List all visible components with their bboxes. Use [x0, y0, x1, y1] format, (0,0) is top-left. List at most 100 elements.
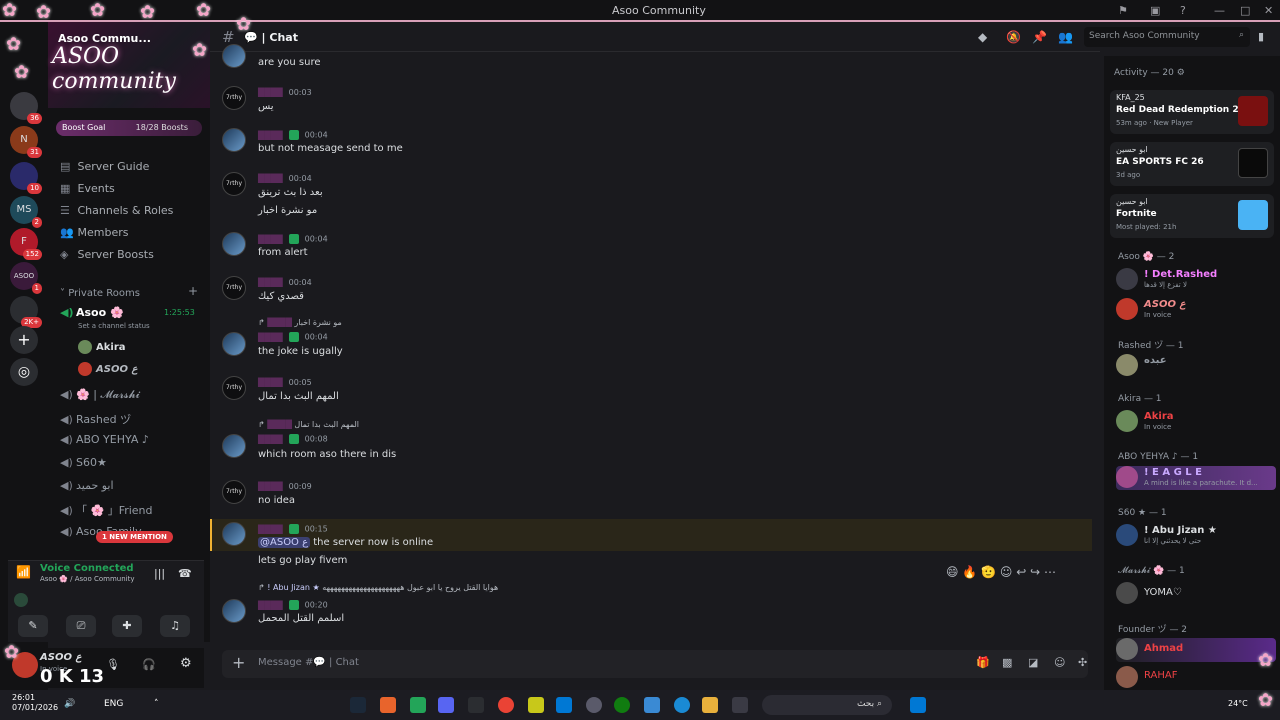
add-server-icon[interactable]: + — [10, 326, 38, 354]
inbox-icon[interactable]: ▮ — [1258, 30, 1264, 43]
attach-icon[interactable]: + — [232, 653, 245, 672]
avatar[interactable] — [222, 232, 246, 256]
username[interactable]: ████ — [258, 482, 283, 491]
download-icon[interactable]: ▣ — [1150, 4, 1160, 17]
guild-folder-icon[interactable]: 2K+ — [10, 296, 42, 328]
guild-icon[interactable]: F 152 — [10, 228, 42, 260]
voice-channel[interactable]: ◀) ABO YEHYA ♪ — [60, 433, 149, 446]
avatar[interactable] — [222, 44, 246, 68]
screen-share-button[interactable]: ⎚ — [66, 615, 96, 637]
avatar[interactable] — [222, 599, 246, 623]
settings-icon[interactable]: ⚙ — [180, 656, 192, 671]
language-indicator[interactable]: ENG — [104, 699, 123, 709]
minimize-icon[interactable]: — — [1214, 4, 1225, 17]
xbox-icon[interactable] — [614, 697, 630, 713]
avatar[interactable] — [222, 434, 246, 458]
message-input[interactable]: Message #💬 | Chat — [258, 657, 359, 668]
weather[interactable]: 24°C — [1228, 699, 1248, 708]
member[interactable]: ﻋﺒﺪﻩ — [1116, 354, 1276, 378]
disconnect-icon[interactable]: ☎ — [178, 567, 192, 580]
gif-icon[interactable]: ▩ — [1002, 656, 1012, 669]
guild-icon[interactable]: 10 — [10, 162, 42, 194]
username[interactable]: ████ — [258, 131, 283, 140]
emoji-reaction-icon[interactable]: 🔥 — [962, 565, 977, 579]
avatar[interactable]: 7rthy — [222, 172, 246, 196]
reply-preview[interactable]: ↱ ! Abu Jizan ★ هوايا القتل يروح يا ابو … — [258, 583, 498, 592]
username[interactable]: ████ — [258, 235, 283, 244]
channel-status[interactable]: Set a channel status — [78, 322, 150, 330]
member[interactable]: ASOO ع In voice — [1116, 298, 1276, 322]
emoji-reaction-icon[interactable]: 🫡 — [981, 565, 996, 579]
help-icon[interactable]: ? — [1180, 4, 1186, 17]
app-icon[interactable] — [732, 697, 748, 713]
guild-icon[interactable]: 36 — [10, 92, 42, 124]
username[interactable]: ████ — [258, 174, 283, 183]
clock[interactable]: 26:01 07/01/2026 — [12, 693, 58, 713]
taskbar-search[interactable]: بحث ⌕ — [762, 695, 892, 715]
mute-icon[interactable]: 🔕 — [1006, 30, 1021, 44]
voice-channel[interactable]: ◀) S60★ — [60, 456, 107, 469]
username[interactable]: ████ — [258, 278, 283, 287]
headphones-icon[interactable]: 🎧 — [142, 658, 156, 671]
private-rooms-category[interactable]: ˅ Private Rooms — [60, 288, 140, 299]
username[interactable]: ████ — [258, 601, 283, 610]
guild-icon[interactable]: ASOO 1 — [10, 262, 42, 294]
apps-icon[interactable]: ✣ — [1078, 656, 1087, 669]
activity-card[interactable]: KFA_25 Red Dead Redemption 2 53m ago · N… — [1110, 90, 1274, 134]
member[interactable]: Akira In voice — [1116, 410, 1276, 434]
app-icon[interactable] — [410, 697, 426, 713]
sticker-icon[interactable]: ◪ — [1028, 656, 1038, 669]
server-banner[interactable]: Asoo Commu... ASOO community — [48, 22, 210, 108]
member[interactable]: YOMA♡ — [1116, 582, 1276, 606]
avatar[interactable] — [222, 522, 246, 546]
guild-icon[interactable]: MS 2 — [10, 196, 42, 228]
steam-icon[interactable] — [350, 697, 366, 713]
username[interactable]: ████ — [258, 525, 283, 534]
add-channel-icon[interactable]: + — [188, 284, 198, 298]
member[interactable]: ! Det.Rashed لا تفزع إلا قدها — [1116, 268, 1276, 292]
maximize-icon[interactable]: □ — [1240, 4, 1250, 17]
voice-channel-asoo[interactable]: ◀) Asoo 🌸 — [60, 306, 124, 319]
avatar[interactable] — [222, 332, 246, 356]
username[interactable]: ████ — [258, 378, 283, 387]
nav-server-boosts[interactable]: ◈ Server Boosts — [60, 248, 154, 261]
gift-icon[interactable]: 🎁 — [976, 656, 990, 669]
activity-header[interactable]: Activity — 20 ⚙ — [1114, 68, 1185, 78]
app-icon[interactable] — [380, 697, 396, 713]
user-name[interactable]: ASOO ع — [40, 652, 81, 663]
avatar[interactable]: 7rthy — [222, 86, 246, 110]
forward-icon[interactable]: ↪ — [1030, 565, 1040, 579]
noise-suppression-icon[interactable]: ||| — [154, 567, 165, 580]
store-icon[interactable] — [644, 697, 660, 713]
nav-members[interactable]: 👥 Members — [60, 226, 128, 239]
windows-start-icon[interactable] — [910, 697, 926, 713]
reply-preview[interactable]: ↱ ████ المهم البث بدا تمال — [258, 420, 359, 429]
app-icon[interactable] — [528, 697, 544, 713]
voice-connected-sub[interactable]: Asoo 🌸 / Asoo Community — [40, 575, 135, 583]
threads-icon[interactable]: ◆ — [978, 30, 987, 44]
app-icon[interactable] — [586, 697, 602, 713]
username[interactable]: ████ — [258, 88, 283, 97]
guild-icon[interactable]: N 31 — [10, 126, 42, 158]
activities-button[interactable]: ✚ — [112, 615, 142, 637]
app-icon[interactable] — [556, 697, 572, 713]
voice-channel[interactable]: ◀) 🌸 | 𝓜𝓪𝓻𝓼𝓱𝓲 — [60, 388, 140, 402]
new-mention-badge[interactable]: 1 NEW MENTION — [96, 531, 173, 543]
nav-channels-roles[interactable]: ☰ Channels & Roles — [60, 204, 173, 217]
activity-card[interactable]: ابو حسين EA SPORTS FC 26 3d ago — [1110, 142, 1274, 186]
video-button[interactable]: ✎ — [18, 615, 48, 637]
reply-icon[interactable]: ↩ — [1016, 565, 1026, 579]
chevron-up-icon[interactable]: ˄ — [154, 699, 159, 709]
voice-channel[interactable]: ◀) 「 🌸 」Friend — [60, 502, 153, 518]
search-input[interactable]: Search Asoo Community ⌕ — [1084, 27, 1250, 47]
emoji-icon[interactable]: ☺ — [1054, 656, 1065, 669]
folder-icon[interactable] — [702, 697, 718, 713]
discover-icon[interactable]: ◎ — [10, 358, 38, 386]
more-icon[interactable]: ⋯ — [1044, 565, 1056, 579]
close-icon[interactable]: ✕ — [1264, 4, 1273, 17]
inbox-icon[interactable]: ⚑ — [1118, 4, 1128, 17]
member[interactable]: ! E A G L EA mind is like a parachute. I… — [1116, 466, 1276, 490]
emoji-reaction-icon[interactable]: 😄 — [946, 565, 959, 579]
member[interactable]: RAHAF — [1116, 666, 1276, 690]
member[interactable]: ! Abu Jizan ★ حتى لا يحدثني إلا انا — [1116, 524, 1276, 548]
